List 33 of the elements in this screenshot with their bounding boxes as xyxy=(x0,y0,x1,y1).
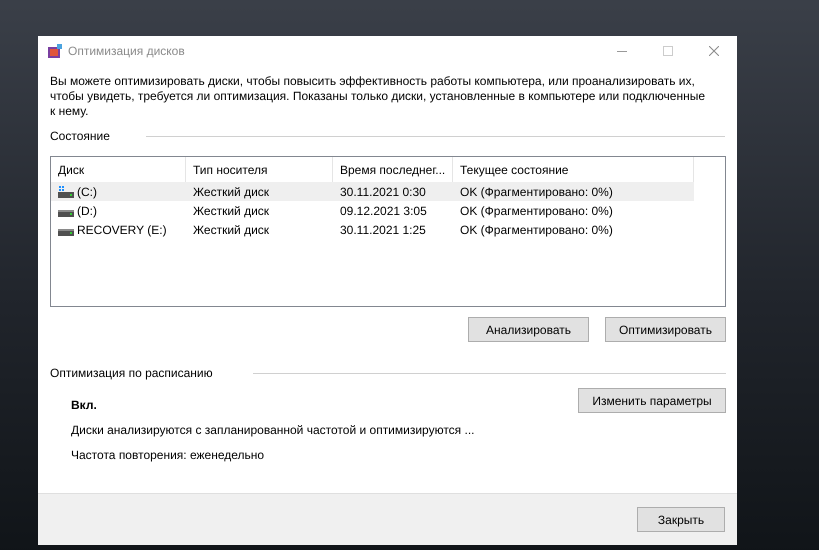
table-cell-text: RECOVERY (E:) xyxy=(77,222,167,238)
section-title: Состояние xyxy=(50,128,110,145)
table-row[interactable]: (D:) Жесткий диск 09.12.2021 3:05 OK (Фрагментировано: 0%) xyxy=(51,201,694,220)
table-cell-text: (D:) xyxy=(77,202,97,220)
table-cell-text: Жесткий диск xyxy=(193,184,270,200)
schedule-state: Вкл. xyxy=(71,397,98,414)
window-title: Оптимизация дисков xyxy=(68,43,185,60)
description-text: Вы можете оптимизировать диски, чтобы повысить эффективность работы компьютера, или проанализировать их, чтобы увидеть, требуется ли оптимизация. Показаны только диски, установленные в компьютере или подключенные к нему. xyxy=(50,74,706,119)
table-cell-text: Жесткий диск xyxy=(193,202,270,220)
table-cell-text: OK (Фрагментировано: 0%) xyxy=(460,202,613,220)
close-icon xyxy=(709,46,719,56)
table-cell-text: 09.12.2021 3:05 xyxy=(340,202,427,220)
maximize-icon xyxy=(663,46,673,56)
table-cell-text: (C:) xyxy=(77,184,97,200)
table-row[interactable]: RECOVERY (E:) Жесткий диск 30.11.2021 1:25 OK (Фрагментировано: 0%) xyxy=(51,220,694,239)
table-cell-text: 30.11.2021 1:25 xyxy=(340,222,426,238)
app-icon xyxy=(47,43,63,59)
schedule-detail: Частота повторения: еженедельно xyxy=(71,447,266,464)
drive-icon xyxy=(58,210,74,216)
table-cell-text: Жесткий диск xyxy=(193,222,270,238)
drive-icon xyxy=(58,184,74,198)
table-cell-text: OK (Фрагментировано: 0%) xyxy=(460,184,613,200)
schedule-detail: Диски анализируются с запланированной частотой и оптимизируются ... xyxy=(71,422,475,439)
close-dialog-button[interactable]: Закрыть xyxy=(637,507,725,532)
action-button[interactable]: Анализировать xyxy=(468,317,589,342)
section-title: Оптимизация по расписанию xyxy=(50,365,213,382)
drive-icon xyxy=(58,228,74,236)
action-button[interactable]: Оптимизировать xyxy=(605,317,726,342)
table-cell-text: 30.11.2021 0:30 xyxy=(340,184,426,200)
table-cell-text: OK (Фрагментировано: 0%) xyxy=(460,222,613,238)
change-settings-button[interactable]: Изменить параметры xyxy=(578,388,726,413)
minimize-icon xyxy=(617,50,627,52)
table-row[interactable]: (C:) Жесткий диск 30.11.2021 0:30 OK (Фрагментировано: 0%) xyxy=(51,182,694,201)
